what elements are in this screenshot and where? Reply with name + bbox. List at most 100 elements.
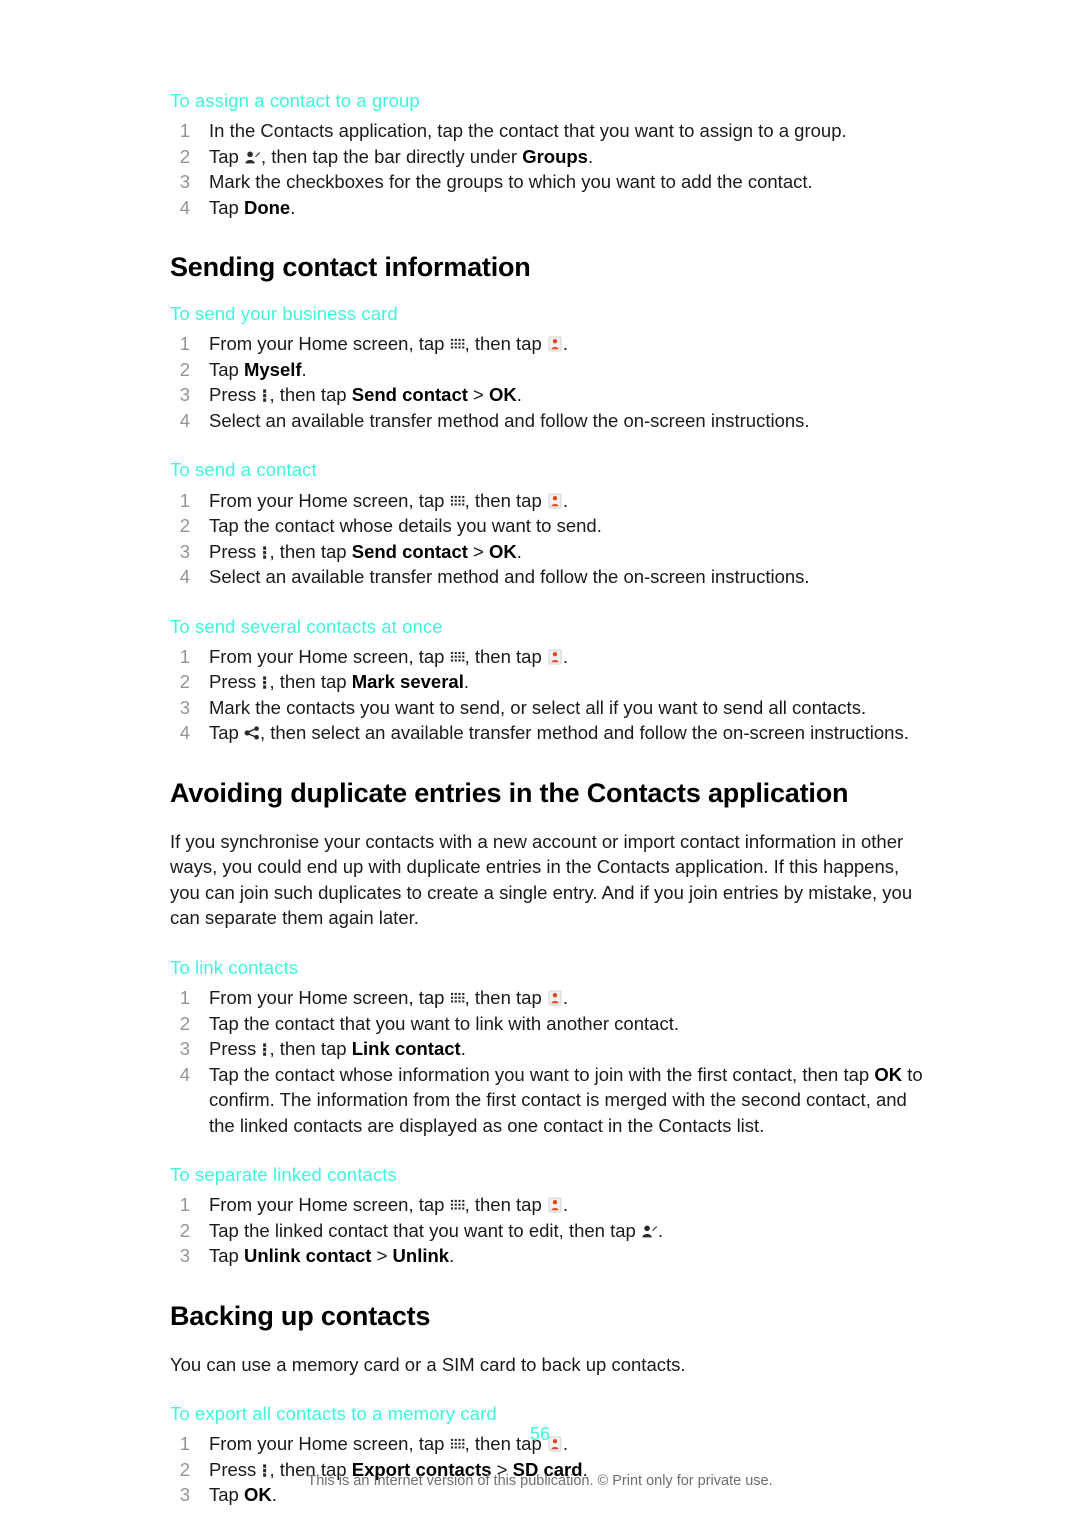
step-text: From your Home screen, tap (209, 987, 450, 1009)
steps-send-business-card: From your Home screen, tap , then tap . … (170, 331, 930, 433)
step-text: > (467, 540, 489, 562)
contacts-icon (547, 493, 563, 509)
step-bold: Mark several (351, 671, 464, 693)
step-bold: OK (489, 540, 517, 562)
step-text: . (516, 540, 522, 562)
step-bold: Done (243, 196, 291, 218)
list-item: Tap the contact that you want to link wi… (170, 1011, 930, 1037)
app-drawer-icon (450, 650, 465, 665)
subheading-send-several-contacts: To send several contacts at once (170, 615, 443, 637)
step-text: Tap the contact whose details you want t… (209, 515, 602, 537)
paragraph-backing-up-intro: You can use a memory card or a SIM card … (170, 1353, 686, 1375)
list-item: In the Contacts application, tap the con… (170, 118, 930, 144)
menu-key-icon (261, 1042, 269, 1057)
step-text: . (562, 489, 569, 511)
list-item: Tap , then select an available transfer … (170, 720, 930, 746)
list-item: Mark the contacts you want to send, or s… (170, 695, 930, 721)
contacts-icon (547, 990, 563, 1006)
subheading-send-business-card: To send your business card (170, 303, 398, 325)
step-bold: Groups (522, 145, 588, 167)
contacts-icon (547, 1197, 563, 1213)
list-item: Tap the contact whose information you wa… (170, 1062, 930, 1139)
page-content: To assign a contact to a group In the Co… (170, 90, 930, 1508)
step-text: Press (209, 540, 262, 562)
list-item: Press , then tap Send contact > OK. (170, 539, 930, 565)
step-text: , then tap (464, 489, 547, 511)
app-drawer-icon (450, 494, 465, 509)
list-item: Mark the checkboxes for the groups to wh… (170, 169, 930, 195)
app-drawer-icon (450, 1198, 465, 1213)
steps-separate-linked-contacts: From your Home screen, tap , then tap . … (170, 1192, 930, 1269)
footer-note: This is an Internet version of this publ… (307, 1473, 773, 1489)
edit-contact-icon (641, 1224, 658, 1239)
step-text: From your Home screen, tap (209, 333, 450, 355)
list-item: Tap Unlink contact > Unlink. (170, 1243, 930, 1269)
step-text: Press (209, 384, 262, 406)
step-text: Tap (209, 1245, 244, 1267)
contacts-icon (547, 649, 563, 665)
step-text: > (467, 384, 489, 406)
step-text: . (301, 358, 307, 380)
paragraph-avoiding-duplicates-intro: If you synchronise your contacts with a … (170, 830, 913, 929)
step-text: , then select an available transfer meth… (259, 722, 909, 744)
list-item: Press , then tap Send contact > OK. (170, 382, 930, 408)
step-text: . (587, 145, 594, 167)
subheading-separate-linked-contacts: To separate linked contacts (170, 1164, 397, 1186)
page-title-backing-up-contacts: Backing up contacts (170, 1300, 431, 1331)
step-text: Tap (209, 722, 244, 744)
document-page: To assign a contact to a group In the Co… (0, 0, 1080, 1527)
step-bold: Send contact (351, 384, 468, 406)
steps-send-several-contacts: From your Home screen, tap , then tap . … (170, 644, 930, 746)
list-item: Tap Done. (170, 195, 930, 221)
step-text: From your Home screen, tap (209, 645, 450, 667)
steps-send-a-contact: From your Home screen, tap , then tap . … (170, 488, 930, 590)
step-text: Press (209, 671, 262, 693)
menu-key-icon (261, 388, 269, 403)
list-item: Tap the linked contact that you want to … (170, 1218, 930, 1244)
step-text: . (562, 333, 569, 355)
list-item: Press , then tap Link contact. (170, 1036, 930, 1062)
step-bold: OK (489, 384, 517, 406)
step-text: Select an available transfer method and … (209, 566, 810, 588)
step-text: Mark the contacts you want to send, or s… (209, 696, 867, 718)
subheading-export-all-contacts-to-memory-card: To export all contacts to a memory card (170, 1403, 497, 1425)
step-bold: Unlink (392, 1245, 450, 1267)
list-item: Select an available transfer method and … (170, 564, 930, 590)
step-text: . (516, 384, 522, 406)
menu-key-icon (261, 675, 269, 690)
step-text: Tap (209, 196, 244, 218)
share-icon (244, 726, 260, 740)
step-text: Tap the contact whose information you wa… (209, 1063, 875, 1085)
steps-link-contacts: From your Home screen, tap , then tap . … (170, 985, 930, 1138)
step-text: Mark the checkboxes for the groups to wh… (209, 171, 813, 193)
step-text: From your Home screen, tap (209, 1194, 450, 1216)
list-item: From your Home screen, tap , then tap . (170, 644, 930, 670)
page-title-avoiding-duplicate-entries: Avoiding duplicate entries in the Contac… (170, 777, 849, 808)
step-text: , then tap (269, 384, 352, 406)
step-text: , then tap (464, 333, 547, 355)
contacts-icon (547, 336, 563, 352)
list-item: From your Home screen, tap , then tap . (170, 331, 930, 357)
app-drawer-icon (450, 337, 465, 352)
step-text: , then tap (269, 540, 352, 562)
step-text: , then tap (269, 671, 352, 693)
step-text: . (562, 987, 569, 1009)
menu-key-icon (261, 545, 269, 560)
step-text: . (657, 1219, 664, 1241)
step-text: , then tap (464, 645, 547, 667)
step-bold: Link contact (351, 1038, 461, 1060)
list-item: Tap , then tap the bar directly under Gr… (170, 144, 930, 170)
step-text: . (460, 1038, 466, 1060)
list-item: From your Home screen, tap , then tap . (170, 488, 930, 514)
step-text: From your Home screen, tap (209, 489, 450, 511)
step-text: Tap (209, 145, 244, 167)
steps-assign-contact-to-group: In the Contacts application, tap the con… (170, 118, 930, 220)
list-item: Tap the contact whose details you want t… (170, 513, 930, 539)
page-title-sending-contact-information: Sending contact information (170, 252, 531, 283)
step-text: , then tap (464, 1194, 547, 1216)
page-number: 56 (529, 1424, 551, 1444)
subheading-link-contacts: To link contacts (170, 956, 299, 978)
list-item: Tap Myself. (170, 357, 930, 383)
list-item: Select an available transfer method and … (170, 408, 930, 434)
step-text: . (562, 1194, 569, 1216)
